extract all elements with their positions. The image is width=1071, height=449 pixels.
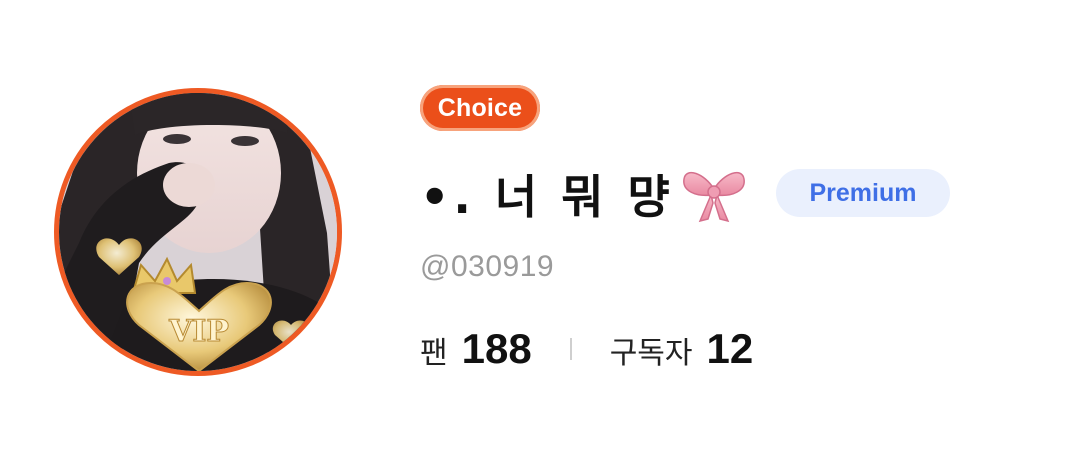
stat-fans-label: 팬 xyxy=(420,336,448,371)
profile-stats: 팬 188 구독자 12 xyxy=(420,322,753,376)
premium-badge: Premium xyxy=(776,169,950,217)
avatar-image: VIP xyxy=(59,93,337,371)
avatar-vip-text: VIP xyxy=(168,314,229,349)
bow-icon xyxy=(680,163,748,225)
stats-divider xyxy=(569,338,572,360)
profile-handle: @030919 xyxy=(420,250,555,283)
profile-display-name: •. 너 뭐 먕 xyxy=(420,170,674,224)
stat-fans-value: 188 xyxy=(461,325,532,372)
stat-subscribers-label: 구독자 xyxy=(609,336,693,371)
stat-subscribers[interactable]: 구독자 12 xyxy=(610,325,754,373)
profile-avatar[interactable]: VIP xyxy=(54,88,342,376)
choice-badge: Choice xyxy=(420,85,540,131)
profile-name-row: •. 너 뭐 먕 xyxy=(420,156,748,232)
stat-subscribers-value: 12 xyxy=(706,325,754,372)
stat-fans[interactable]: 팬 188 xyxy=(420,325,532,373)
